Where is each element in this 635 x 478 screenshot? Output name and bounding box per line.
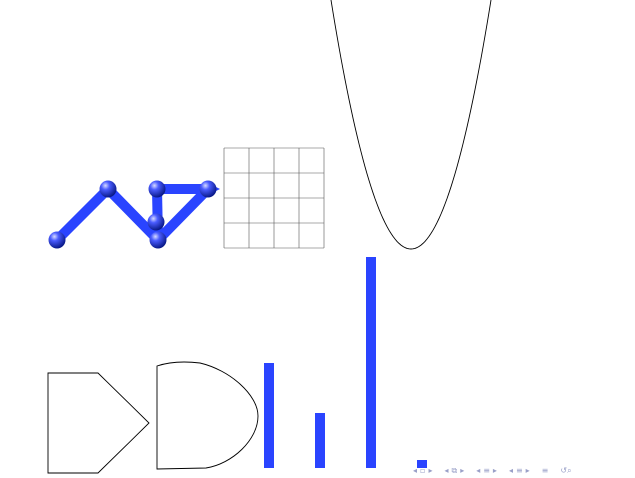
bar <box>264 363 274 468</box>
chain-ball <box>149 231 167 249</box>
nav-next-doc-icon[interactable]: ▸ <box>526 466 530 476</box>
slide-canvas <box>47 0 492 474</box>
nav-subsection-icon[interactable]: ⧉ <box>451 466 457 476</box>
chain-ball <box>99 180 117 198</box>
nav-next-subsection-icon[interactable]: ▸ <box>460 466 464 476</box>
chain-sticks <box>53 183 220 244</box>
chain-stick <box>104 185 162 244</box>
nav-prev-subsection-icon[interactable]: ◂ <box>444 466 448 476</box>
nav-prev-section-icon[interactable]: ◂ <box>476 466 480 476</box>
nav-next-frame-icon[interactable]: ▸ <box>428 466 432 476</box>
nav-frame-icon[interactable]: ▫ <box>420 466 425 476</box>
nav-search-icon[interactable]: ↺⌕ <box>560 466 571 476</box>
chain-ball <box>199 180 217 198</box>
parabola-curve <box>330 0 492 250</box>
nav-prev-doc-icon[interactable]: ◂ <box>509 466 513 476</box>
pentagon-shape <box>47 372 150 474</box>
nav-align-icon[interactable]: ≡ <box>542 466 549 476</box>
bar <box>366 257 376 468</box>
chain-ball <box>147 213 165 231</box>
bar-group <box>264 257 427 468</box>
ball-and-stick-chain <box>48 180 220 249</box>
chain-stick <box>53 185 112 244</box>
chain-ball <box>48 231 66 249</box>
nav-section-icon[interactable]: ≡ <box>483 466 490 476</box>
nav-next-section-icon[interactable]: ▸ <box>493 466 497 476</box>
chain-ball <box>148 180 166 198</box>
curved-d-shape <box>156 361 259 470</box>
nav-prev-frame-icon[interactable]: ◂ <box>413 466 417 476</box>
beamer-navigation-bar[interactable]: ◂ ▫ ▸ ◂ ⧉ ▸ ◂ ≡ ▸ ◂ ≡ ▸ ≡ ↺⌕ <box>413 464 635 478</box>
bar <box>315 413 325 468</box>
nav-doc-icon[interactable]: ≡ <box>516 466 523 476</box>
square-grid <box>223 147 325 249</box>
chain-stick <box>154 185 212 244</box>
